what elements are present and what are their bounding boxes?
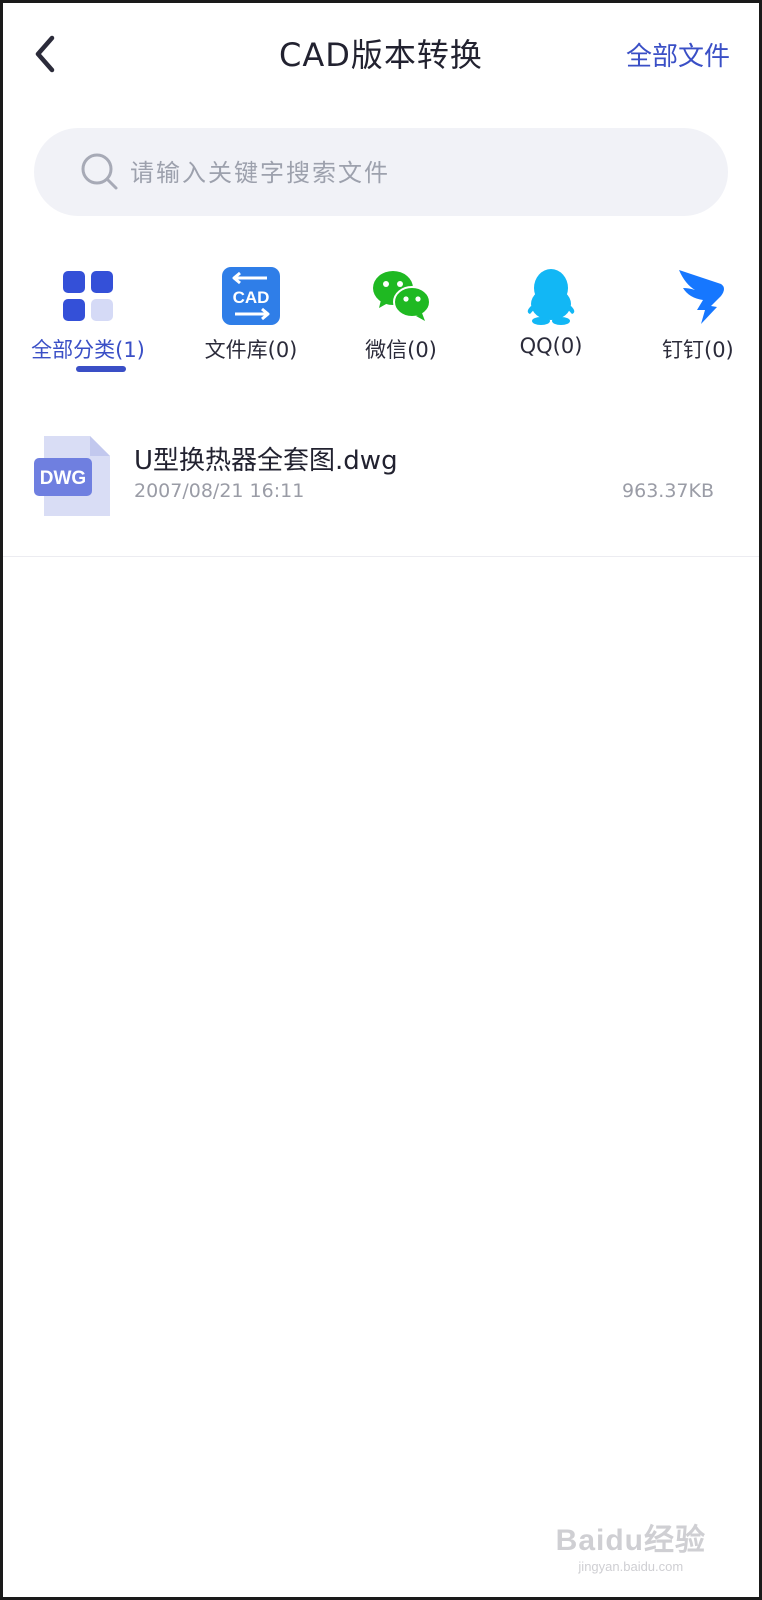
file-name: U型换热器全套图.dwg (134, 446, 398, 476)
file-list-item[interactable]: DWG U型换热器全套图.dwg 2007/08/21 16:11 963.37… (0, 416, 762, 557)
tab-label: 文件库(0) (204, 338, 298, 362)
cad-library-icon: CAD (222, 267, 280, 325)
search-icon (81, 153, 118, 190)
cad-icon-text: CAD (233, 288, 270, 307)
dingtalk-icon (679, 270, 724, 324)
tab-label: 微信(0) (365, 338, 437, 362)
qq-icon (527, 269, 575, 325)
tab-label: 钉钉(0) (662, 338, 734, 362)
category-tabs: 全部分类(1) CAD 文件库(0) 微信(0) QQ(0) 钉钉(0) (0, 262, 762, 392)
search-input[interactable] (128, 128, 692, 218)
all-files-link[interactable]: 全部文件 (626, 36, 730, 73)
watermark: Baidu经验 jingyan.baidu.com (556, 1515, 706, 1574)
watermark-brand: Baidu经验 (555, 1524, 706, 1557)
file-type-badge: DWG (40, 468, 86, 489)
tab-file-library[interactable]: CAD 文件库(0) (176, 262, 326, 382)
active-tab-indicator (76, 366, 126, 372)
grid-icon (63, 271, 113, 321)
screenshot-frame (0, 0, 762, 1600)
file-date: 2007/08/21 16:11 (134, 480, 305, 502)
watermark-url: jingyan.baidu.com (578, 1559, 684, 1574)
wechat-icon (373, 271, 431, 321)
tab-dingtalk[interactable]: 钉钉(0) (626, 262, 762, 382)
search-bar[interactable] (34, 128, 728, 218)
tab-label: QQ(0) (519, 334, 583, 358)
dwg-file-icon: DWG (34, 436, 110, 516)
header-bar: CAD版本转换 全部文件 (0, 0, 762, 110)
tab-all-categories[interactable]: 全部分类(1) (13, 262, 163, 382)
tab-wechat[interactable]: 微信(0) (326, 262, 476, 382)
file-size: 963.37KB (622, 480, 714, 502)
tab-qq[interactable]: QQ(0) (476, 262, 626, 382)
tab-label: 全部分类(1) (31, 338, 145, 362)
